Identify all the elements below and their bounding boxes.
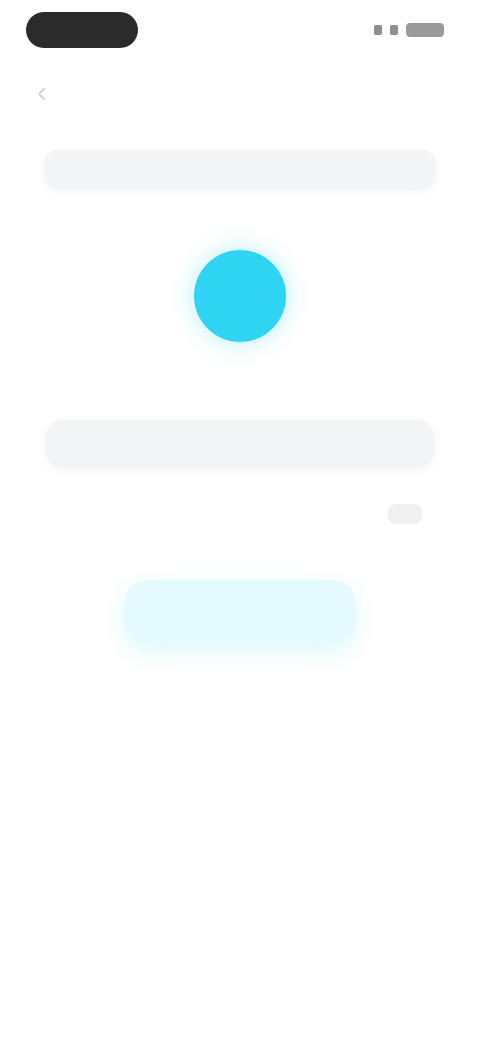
page-title	[150, 76, 330, 106]
top-card[interactable]	[44, 150, 436, 190]
header	[0, 64, 480, 120]
signal-icon	[390, 25, 398, 35]
name-field-wrapper	[46, 420, 434, 468]
back-button[interactable]	[24, 76, 60, 112]
name-input[interactable]	[46, 420, 434, 468]
primary-button[interactable]	[124, 580, 356, 644]
status-icons	[374, 22, 444, 38]
chevron-left-icon	[38, 87, 46, 101]
signal-icon	[374, 25, 382, 35]
avatar[interactable]	[194, 250, 286, 342]
battery-icon	[406, 23, 444, 37]
status-pill	[26, 12, 138, 48]
status-bar	[0, 0, 480, 64]
character-counter	[388, 504, 422, 524]
